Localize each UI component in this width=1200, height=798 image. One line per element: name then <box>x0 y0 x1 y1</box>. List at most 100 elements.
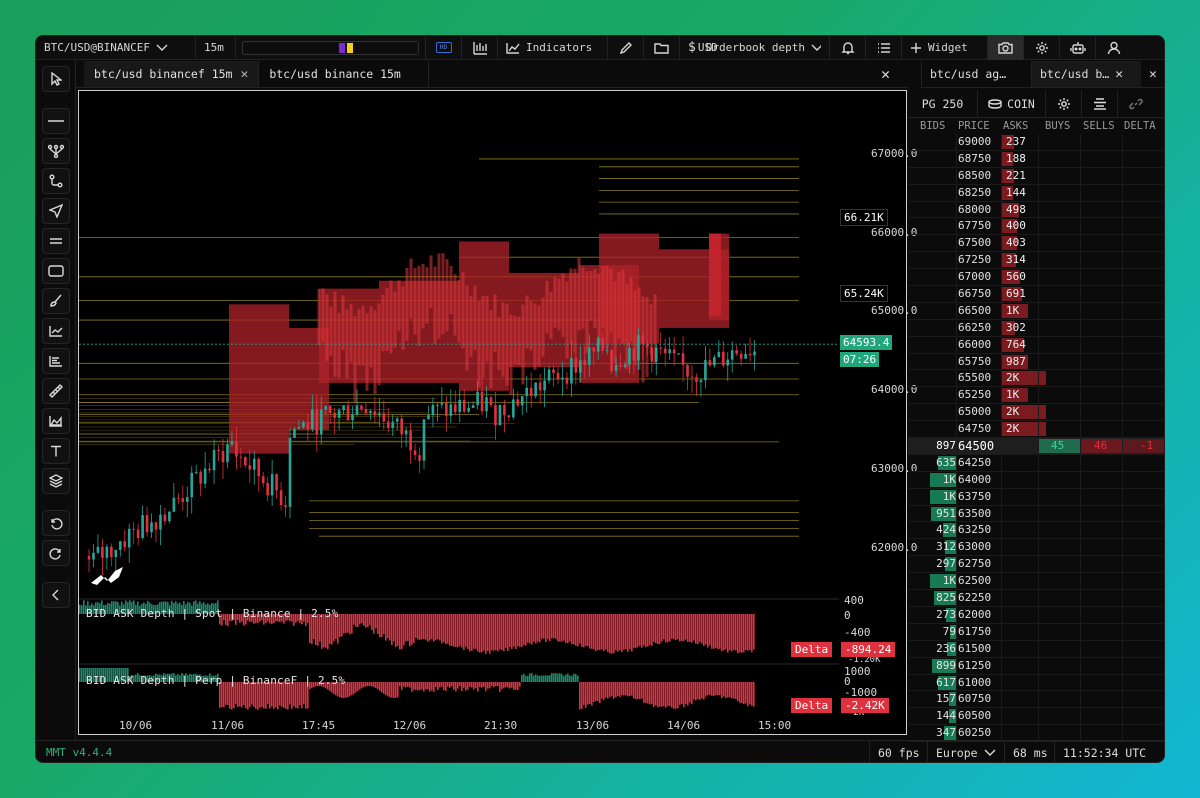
bid-row[interactable]: 157 60750 <box>908 691 1164 709</box>
link-button[interactable] <box>1118 90 1154 118</box>
depth-bar <box>661 682 663 707</box>
bid-row[interactable]: 273 62000 <box>908 607 1164 624</box>
bid-row[interactable]: 617 61000 <box>908 675 1164 692</box>
slider-handle-right[interactable] <box>347 42 353 53</box>
ask-row[interactable]: 68250 144 <box>908 185 1164 202</box>
ask-row[interactable]: 66750 691 <box>908 286 1164 303</box>
depth-bar <box>387 682 389 697</box>
chart-type-button[interactable] <box>462 36 498 60</box>
draw-button[interactable] <box>608 36 644 60</box>
mid-row[interactable]: 897 64500 45 46 -1 <box>908 438 1164 455</box>
path-tool[interactable] <box>42 138 70 164</box>
candle-body <box>203 468 207 484</box>
price-grouping-button[interactable]: PG 250 <box>908 90 978 118</box>
trend-line-tool[interactable] <box>42 168 70 194</box>
close-icon[interactable]: ✕ <box>1115 67 1123 82</box>
alerts-button[interactable] <box>830 36 866 60</box>
chart-tool[interactable] <box>42 318 70 344</box>
replay-slider-track[interactable] <box>242 40 419 55</box>
rectangle-tool[interactable] <box>42 258 70 284</box>
tab-btc-usd-binancef[interactable]: btc/usd binancef 15m ✕ <box>84 61 260 87</box>
tab-btc-usd-binance[interactable]: btc/usd binance 15m <box>259 61 430 87</box>
ask-row[interactable]: 67000 560 <box>908 269 1164 287</box>
layers-tool[interactable] <box>42 468 70 494</box>
ask-row[interactable]: 67250 314 <box>908 252 1164 270</box>
depth-bar <box>571 614 573 645</box>
screenshot-button[interactable] <box>988 36 1024 60</box>
ask-row[interactable]: 69000 237 <box>908 134 1164 151</box>
collapse-sidebar-button[interactable] <box>42 582 70 608</box>
ask-row[interactable]: 65500 2K <box>908 370 1164 388</box>
indicator-2-label[interactable]: BID ASK Depth | Perp | BinanceF | 2.5% <box>86 674 345 687</box>
area-tool[interactable] <box>42 408 70 434</box>
depth-bar <box>503 614 505 652</box>
close-icon[interactable]: ✕ <box>240 67 248 82</box>
bid-row[interactable]: 424 63250 <box>908 522 1164 540</box>
arrow-tool[interactable] <box>42 198 70 224</box>
bid-row[interactable]: 951 63500 <box>908 506 1164 523</box>
indicator-1-label[interactable]: BID ASK Depth | Spot | Binance | 2.5% <box>86 607 338 620</box>
symbol-selector[interactable]: BTC/USD@BINANCEF <box>36 36 196 60</box>
ask-row[interactable]: 68750 188 <box>908 151 1164 168</box>
bid-row[interactable]: 297 62750 <box>908 556 1164 574</box>
close-icon[interactable]: ✕ <box>881 65 890 83</box>
bid-row[interactable]: 236 61500 <box>908 641 1164 658</box>
region-selector[interactable]: Europe <box>927 741 1004 762</box>
row-price: 60250 <box>958 726 992 740</box>
depth-bar <box>525 675 527 682</box>
bid-row[interactable]: 899 61250 <box>908 658 1164 675</box>
bid-row[interactable]: 825 62250 <box>908 590 1164 607</box>
redo-button[interactable] <box>42 540 70 566</box>
bot-button[interactable] <box>1060 36 1096 60</box>
list-button[interactable] <box>866 36 902 60</box>
text-tool[interactable] <box>42 438 70 464</box>
ask-row[interactable]: 66000 764 <box>908 337 1164 354</box>
ask-row[interactable]: 66250 302 <box>908 320 1164 337</box>
brush-tool[interactable] <box>42 288 70 314</box>
replay-slider[interactable] <box>236 36 426 60</box>
tab-btc-usd-aggregated[interactable]: btc/usd ag… <box>921 61 1031 87</box>
depth-bar <box>605 614 607 650</box>
indicators-button[interactable]: Indicators <box>498 36 608 60</box>
ask-row[interactable]: 67750 400 <box>908 218 1164 236</box>
bid-row[interactable]: 1K 64000 <box>908 472 1164 489</box>
bid-row[interactable]: 144 60500 <box>908 708 1164 726</box>
cursor-tool[interactable] <box>42 66 70 92</box>
measure-tool[interactable] <box>42 378 70 404</box>
indicator-2-delta-label: Delta <box>791 698 833 713</box>
ask-row[interactable]: 66500 1K <box>908 303 1164 320</box>
chart-frame[interactable] <box>78 90 907 735</box>
unit-toggle-button[interactable]: COIN <box>978 90 1046 118</box>
tab-btc-usd-binance-ob[interactable]: btc/usd b… ✕ <box>1031 61 1141 87</box>
volume-profile-tool[interactable] <box>42 348 70 374</box>
account-button[interactable] <box>1096 36 1132 60</box>
add-widget-button[interactable]: Widget <box>902 36 988 60</box>
bid-row[interactable]: 79 61750 <box>908 624 1164 641</box>
ask-row[interactable]: 64750 2K <box>908 421 1164 439</box>
orderbook-depth-widget[interactable]: $ USD Orderbook depth <box>680 36 830 60</box>
parallel-lines-tool[interactable] <box>42 228 70 254</box>
ask-row[interactable]: 67500 403 <box>908 235 1164 253</box>
grouping-label: PG 250 <box>921 97 964 111</box>
bid-row[interactable]: 1K 63750 <box>908 489 1164 506</box>
slider-handle-left[interactable] <box>339 42 345 53</box>
ask-row[interactable]: 65750 987 <box>908 354 1164 371</box>
hd-toggle[interactable]: HD <box>426 36 462 60</box>
bid-row[interactable]: 635 64250 <box>908 455 1164 472</box>
ask-row[interactable]: 68500 221 <box>908 168 1164 185</box>
close-icon[interactable]: ✕ <box>1141 61 1164 87</box>
candle-body <box>373 411 377 416</box>
price-chart[interactable] <box>79 91 906 734</box>
undo-button[interactable] <box>42 510 70 536</box>
orderbook-settings-button[interactable] <box>1046 90 1082 118</box>
horizontal-line-tool[interactable] <box>42 108 70 134</box>
timeframe-selector[interactable]: 15m <box>196 36 236 60</box>
bid-row[interactable]: 1K 62500 <box>908 573 1164 591</box>
bid-row[interactable]: 312 63000 <box>908 539 1164 557</box>
ask-row[interactable]: 68000 498 <box>908 202 1164 219</box>
settings-button[interactable] <box>1024 36 1060 60</box>
layouts-button[interactable] <box>644 36 680 60</box>
ask-row[interactable]: 65000 2K <box>908 404 1164 422</box>
align-center-button[interactable] <box>1082 90 1118 118</box>
ask-row[interactable]: 65250 1K <box>908 387 1164 405</box>
